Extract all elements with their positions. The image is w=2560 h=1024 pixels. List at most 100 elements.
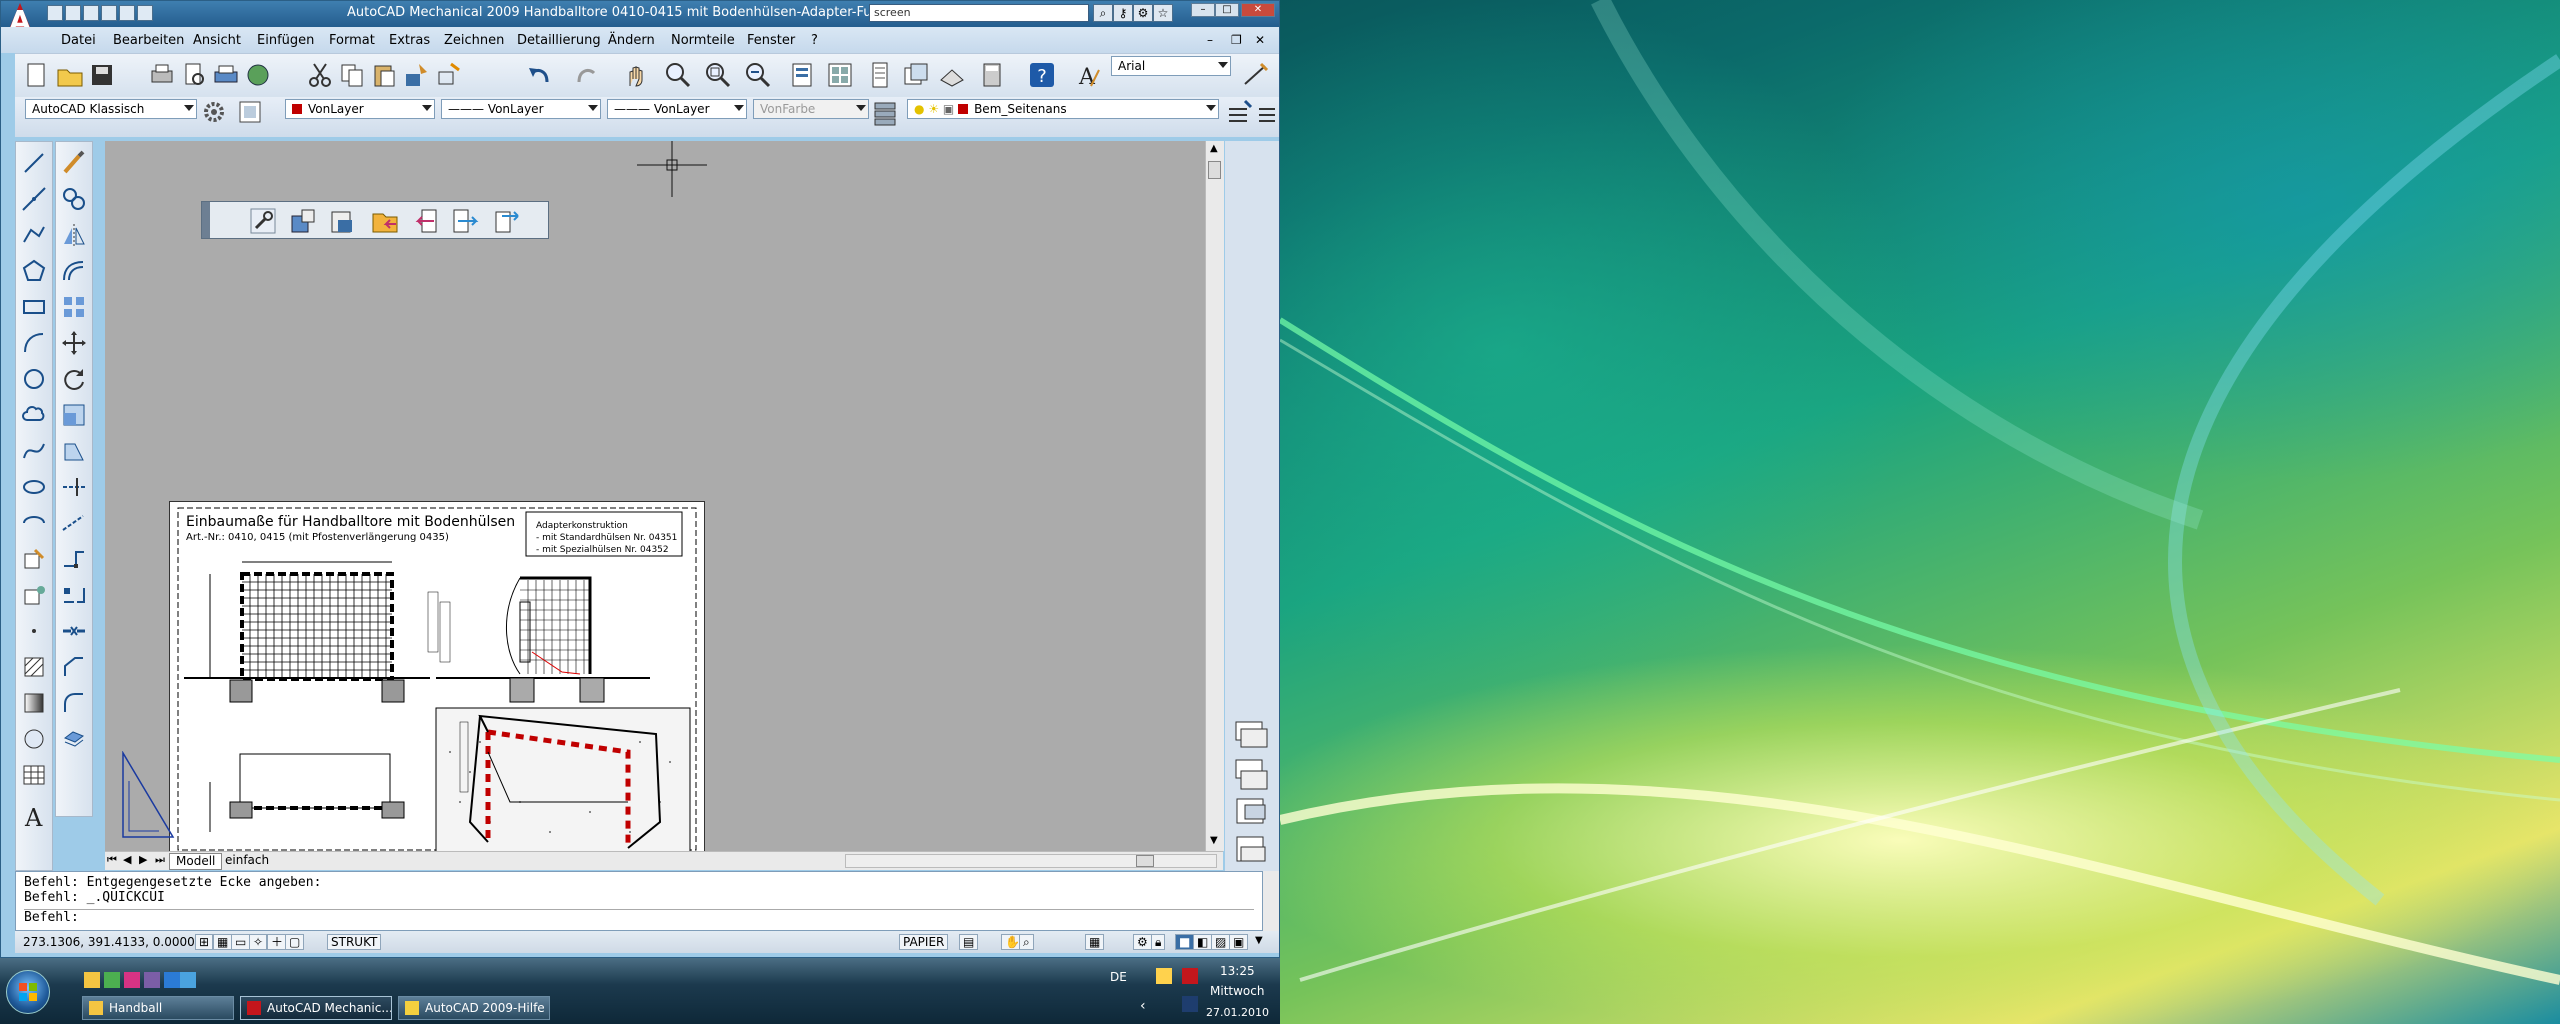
join-icon[interactable] [61,618,87,644]
polyline-icon[interactable] [21,222,47,248]
publish-icon[interactable] [211,60,241,90]
rectangle-icon[interactable] [21,294,47,320]
otrack-toggle-icon[interactable]: ▢ [285,934,305,950]
block-edit-icon[interactable] [288,206,318,236]
maximize-viewport-icon[interactable] [237,99,263,125]
show-hidden-icons-icon[interactable]: ‹ [1140,998,1146,1014]
media-quicklaunch-icon[interactable] [124,972,140,988]
next-tab-icon[interactable]: ▶ [139,853,147,866]
hardware-acceleration-icon[interactable]: ▨ [1211,934,1231,950]
calculator-icon[interactable] [977,60,1007,90]
copy-icon[interactable] [337,60,367,90]
grid-toggle-icon[interactable]: ▦ [213,934,233,950]
document-forward-arrow-icon[interactable] [450,206,480,236]
open-icon[interactable] [65,5,81,21]
clock-day[interactable]: Mittwoch [1210,984,1264,998]
plot-icon[interactable] [147,60,177,90]
start-button[interactable] [6,970,50,1014]
menu-zeichnen[interactable]: Zeichnen [444,33,504,48]
doc-restore-button[interactable]: ❐ [1231,33,1242,47]
stretch-icon[interactable] [61,438,87,464]
zoom-window-icon[interactable] [703,60,733,90]
copy-object-icon[interactable] [61,186,87,212]
line-icon[interactable] [21,150,47,176]
rotate-icon[interactable] [61,366,87,392]
insert-block-icon[interactable] [21,546,47,572]
maximize-button[interactable]: □ [1215,3,1239,17]
break-icon[interactable] [61,582,87,608]
menu-normteile[interactable]: Normteile [671,33,735,48]
clock-time[interactable]: 13:25 [1220,964,1255,978]
scale-icon[interactable] [61,402,87,428]
menu-einfuegen[interactable]: Einfügen [257,33,314,48]
tool-palettes-icon[interactable] [865,60,895,90]
search-icon[interactable]: ⌕ [1093,4,1113,22]
redo-icon[interactable] [137,5,153,21]
previous-tab-icon[interactable]: ◀ [123,853,131,866]
match-properties-icon[interactable] [401,60,431,90]
point-icon[interactable] [21,618,47,644]
sheet-set-icon[interactable] [901,60,931,90]
new-file-icon[interactable] [21,60,51,90]
horizontal-scrollbar[interactable] [845,854,1217,868]
toolbar-lock-icon[interactable]: ■ [1175,934,1195,950]
new-icon[interactable] [47,5,63,21]
color-select[interactable]: VonLayer [285,99,435,119]
language-indicator[interactable]: DE [1110,970,1127,984]
command-scrollbar[interactable] [1263,871,1279,931]
tab-modell[interactable]: Modell [169,853,223,870]
erase-icon[interactable] [61,150,87,176]
fillet-icon[interactable] [61,690,87,716]
arc-icon[interactable] [21,330,47,356]
viewport-single-icon[interactable] [1233,719,1269,755]
communication-icon[interactable]: ⚙ [1133,4,1153,22]
zoom-realtime-icon[interactable] [663,60,693,90]
tab-einfach[interactable]: einfach [219,853,275,868]
make-object-layer-current-icon[interactable] [1225,97,1255,127]
font-select[interactable]: Arial [1111,56,1231,76]
menu-detaillierung[interactable]: Detaillierung [517,33,601,48]
gradient-icon[interactable] [21,690,47,716]
move-icon[interactable] [61,330,87,356]
close-button[interactable]: ✕ [1241,3,1275,17]
ellipse-icon[interactable] [21,474,47,500]
horizontal-scroll-thumb[interactable] [1136,855,1154,867]
3d-dwf-icon[interactable] [243,60,273,90]
doc-minimize-button[interactable]: – [1207,33,1213,47]
command-line[interactable]: Befehl: Entgegengesetzte Ecke angeben: B… [15,871,1263,931]
block-editor-icon[interactable] [433,60,463,90]
task-autocad-help[interactable]: AutoCAD 2009-Hilfe [398,996,550,1020]
pan-hand-icon[interactable] [621,60,651,90]
command-prompt[interactable]: Befehl: [24,909,1254,925]
properties-icon[interactable] [787,60,817,90]
menu-extras[interactable]: Extras [389,33,430,48]
lineweight-select[interactable]: ——— VonLayer [607,99,747,119]
network-quicklaunch-icon[interactable] [180,972,196,988]
workspace-select[interactable]: AutoCAD Klassisch [25,99,197,119]
scroll-up-arrow-icon[interactable]: ▲ [1210,143,1218,154]
document-back-arrow-icon[interactable] [412,206,442,236]
paper-space-toggle[interactable]: PAPIER [899,934,949,950]
plot-preview-icon[interactable] [179,60,209,90]
last-tab-icon[interactable]: ⏭ [155,853,165,867]
viewport-polygonal-icon[interactable] [1233,757,1269,793]
menu-format[interactable]: Format [329,33,375,48]
table-icon[interactable] [21,762,47,788]
paste-icon[interactable] [369,60,399,90]
key-icon[interactable]: ⚷ [1113,4,1133,22]
layer-properties-icon[interactable] [869,97,903,131]
wrench-settings-icon[interactable] [248,206,278,236]
save-disk-icon[interactable] [87,60,117,90]
ortho-toggle-icon[interactable]: ▭ [231,934,251,950]
clean-screen-icon[interactable]: ▣ [1229,934,1249,950]
menu-datei[interactable]: Datei [61,33,96,48]
strukt-toggle[interactable]: STRUKT [327,934,382,950]
first-tab-icon[interactable]: ⏮ [107,853,117,867]
extend-icon[interactable] [61,510,87,536]
save-icon[interactable] [83,5,99,21]
switch-windows-icon[interactable] [144,972,160,988]
viewport-convert-icon[interactable] [1233,795,1269,831]
browser-quicklaunch-icon[interactable] [164,972,180,988]
linetype-select[interactable]: ——— VonLayer [441,99,601,119]
menu-aendern[interactable]: Ändern [608,33,655,48]
